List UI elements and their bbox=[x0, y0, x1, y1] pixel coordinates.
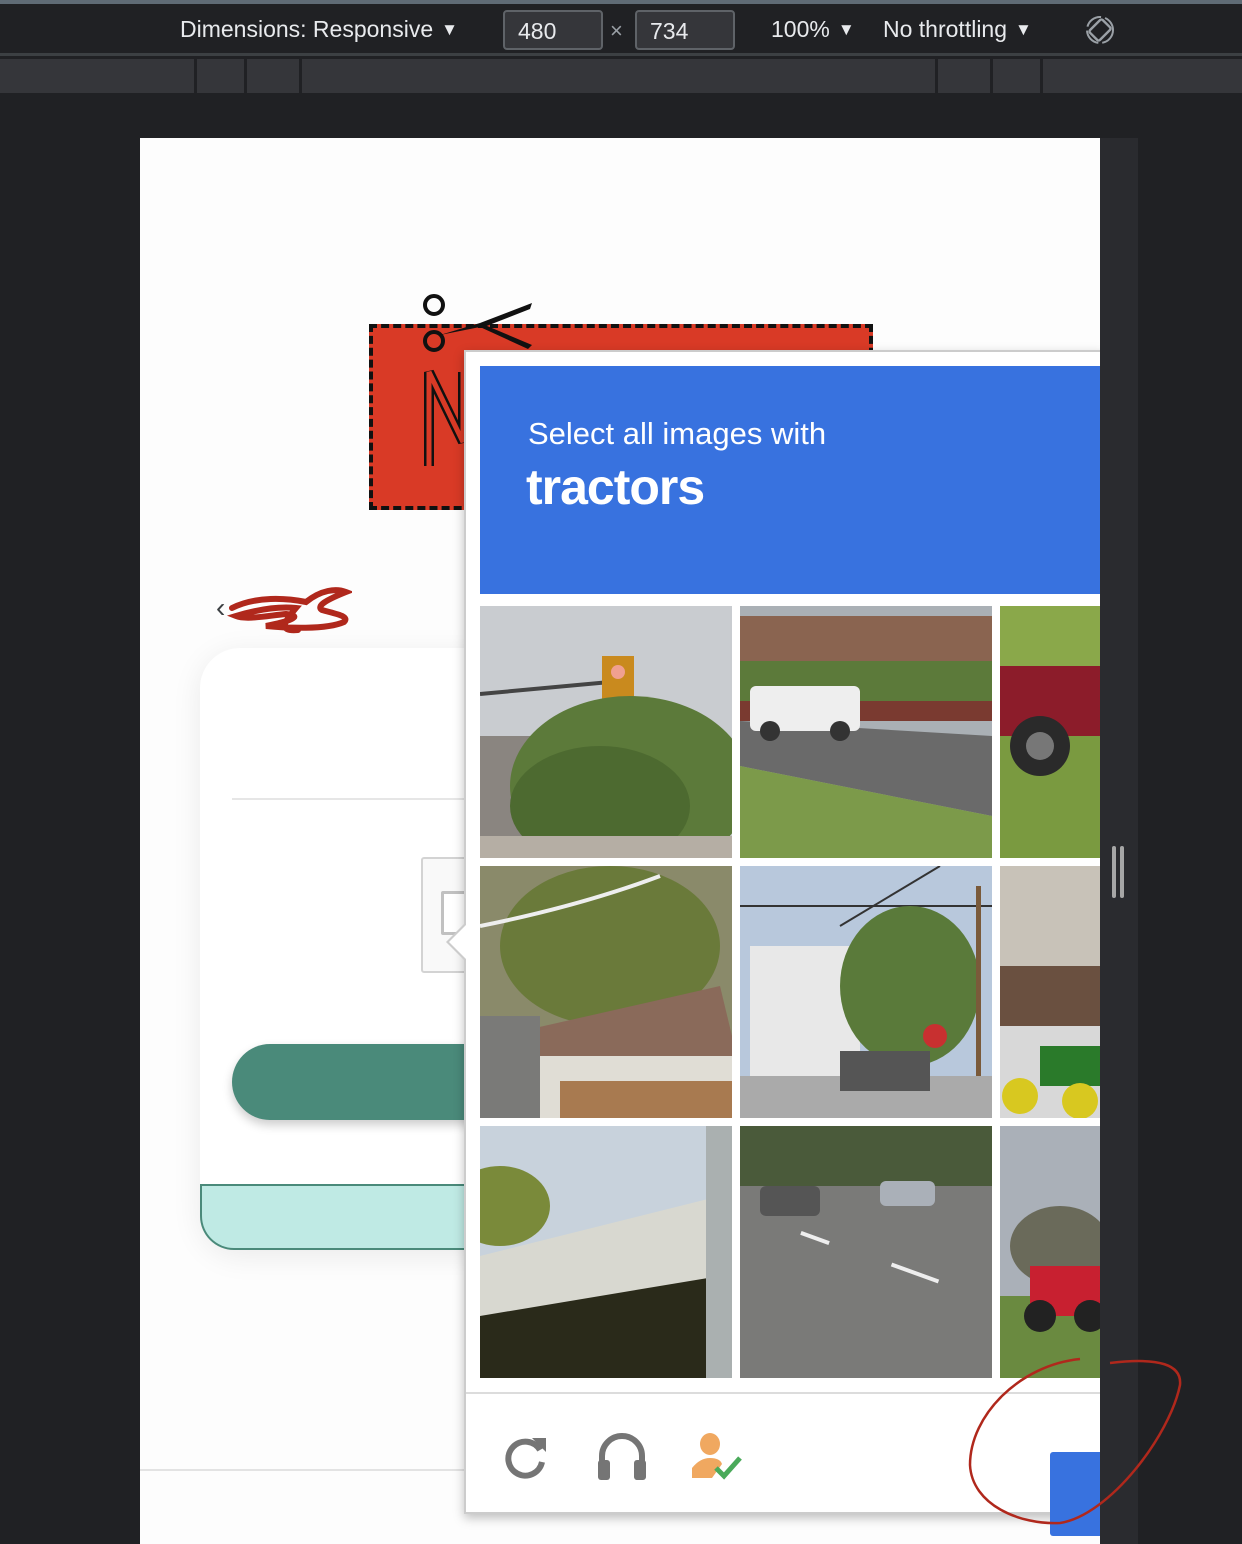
captcha-tile-8[interactable] bbox=[740, 1126, 992, 1378]
captcha-tile-6[interactable] bbox=[1000, 866, 1100, 1118]
throttling-dropdown[interactable]: No throttling ▼ bbox=[883, 16, 1032, 43]
chevron-down-icon: ▼ bbox=[1015, 20, 1032, 39]
tile-image-palm-house bbox=[480, 866, 732, 1118]
captcha-tile-7[interactable] bbox=[480, 1126, 732, 1378]
chevron-down-icon: ▼ bbox=[441, 20, 458, 39]
height-input[interactable]: 734 bbox=[635, 10, 735, 50]
ruler-segment[interactable] bbox=[990, 59, 993, 93]
viewport-resize-gutter bbox=[1100, 138, 1138, 1544]
headphones-icon[interactable] bbox=[594, 1428, 650, 1484]
popup-pointer bbox=[446, 922, 467, 962]
ruler-segment[interactable] bbox=[935, 59, 938, 93]
tile-image-lawn-tractor bbox=[1000, 866, 1100, 1118]
emulated-viewport: ‹ I'm Select all images with tractors bbox=[140, 138, 1100, 1544]
captcha-tile-5[interactable] bbox=[740, 866, 992, 1118]
captcha-prompt: Select all images with bbox=[528, 416, 827, 451]
tile-image-overpass bbox=[480, 1126, 732, 1378]
chevron-down-icon: ▼ bbox=[837, 20, 855, 39]
zoom-label: 100% bbox=[771, 16, 830, 42]
rotate-icon[interactable] bbox=[1084, 14, 1116, 46]
back-arrow-icon: ‹ bbox=[216, 592, 226, 623]
captcha-footer-divider bbox=[466, 1392, 1100, 1394]
captcha-tile-9[interactable] bbox=[1000, 1126, 1100, 1378]
help-person-icon[interactable] bbox=[688, 1428, 744, 1484]
devtools-device-toolbar: Dimensions: Responsive ▼ 480 × 734 100% ▼ … bbox=[0, 4, 1242, 56]
resize-handle[interactable] bbox=[1112, 846, 1126, 898]
captcha-target: tractors bbox=[526, 459, 705, 515]
tile-image-road-cars bbox=[740, 1126, 992, 1378]
ruler-segment[interactable] bbox=[244, 59, 247, 93]
ruler-segment[interactable] bbox=[194, 59, 197, 93]
tile-image-red-tractor bbox=[1000, 606, 1100, 858]
captcha-tile-2[interactable] bbox=[740, 606, 992, 858]
reload-icon[interactable] bbox=[498, 1428, 554, 1484]
ruler-segment[interactable] bbox=[1040, 59, 1043, 93]
tile-image-tractor-grass bbox=[1000, 1126, 1100, 1378]
tile-image-pickup-truck bbox=[740, 606, 992, 858]
tile-image-intersection bbox=[740, 866, 992, 1118]
media-query-ruler bbox=[0, 59, 1242, 93]
dimensions-label: Dimensions: Responsive bbox=[180, 16, 434, 42]
captcha-header: Select all images with tractors bbox=[480, 366, 1100, 594]
tile-image-traffic-light bbox=[480, 606, 732, 858]
zoom-dropdown[interactable]: 100% ▼ bbox=[771, 16, 855, 43]
captcha-challenge-popup: Select all images with tractors bbox=[446, 350, 1100, 1536]
throttling-label: No throttling bbox=[883, 16, 1008, 42]
captcha-tile-3[interactable] bbox=[1000, 606, 1100, 858]
dimensions-dropdown[interactable]: Dimensions: Responsive ▼ bbox=[180, 16, 458, 43]
times-separator: × bbox=[610, 18, 623, 43]
captcha-tile-1[interactable] bbox=[480, 606, 732, 858]
captcha-tile-4[interactable] bbox=[480, 866, 732, 1118]
back-link[interactable]: ‹ bbox=[216, 592, 225, 624]
verify-button[interactable] bbox=[1050, 1452, 1100, 1536]
width-input[interactable]: 480 bbox=[503, 10, 603, 50]
ruler-segment[interactable] bbox=[299, 59, 302, 93]
redaction-scribble bbox=[226, 587, 352, 634]
